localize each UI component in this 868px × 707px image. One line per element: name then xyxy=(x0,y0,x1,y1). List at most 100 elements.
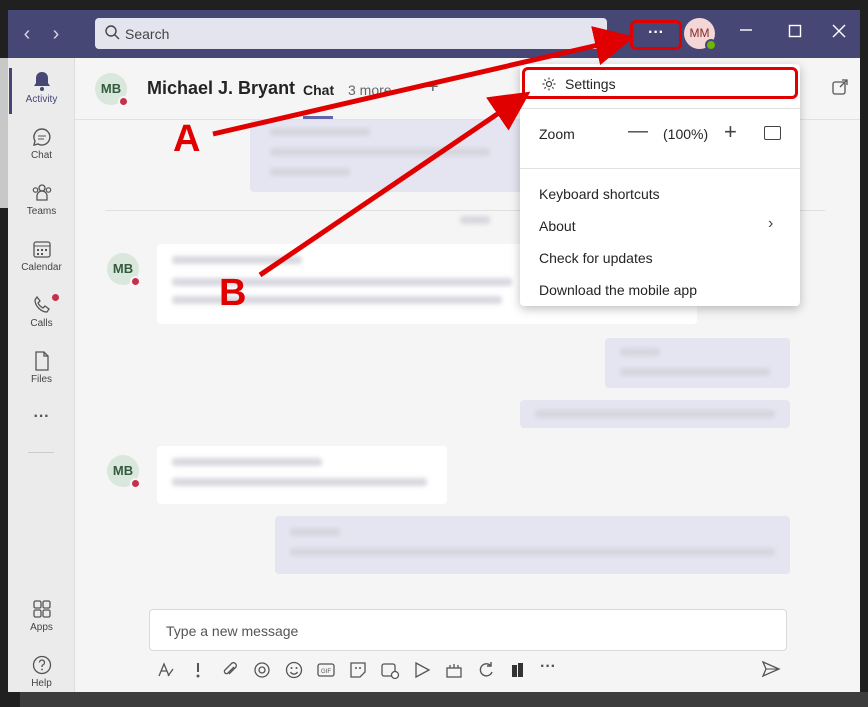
background-window-edge xyxy=(0,58,8,208)
message-bubble-mine xyxy=(275,516,790,574)
emoji-icon[interactable] xyxy=(284,660,304,680)
search-icon xyxy=(105,25,120,40)
about-label: About xyxy=(539,218,576,234)
rail-item-more[interactable]: ··· xyxy=(8,406,75,436)
phone-icon xyxy=(33,295,50,313)
sticker-icon[interactable] xyxy=(348,660,368,680)
notification-dot xyxy=(52,294,59,301)
rail-item-teams[interactable]: Teams xyxy=(8,176,75,228)
rail-divider xyxy=(28,452,54,453)
chat-icon xyxy=(32,128,51,146)
check-updates-label: Check for updates xyxy=(539,250,653,266)
message-input[interactable]: Type a new message xyxy=(149,609,787,651)
user-avatar[interactable]: MM xyxy=(684,18,717,51)
rail-item-chat[interactable]: Chat xyxy=(8,120,75,172)
message-avatar: MB xyxy=(107,253,141,287)
compose-toolbar: GIF ··· xyxy=(154,658,854,684)
contact-initials: MB xyxy=(100,81,122,96)
minimize-icon xyxy=(740,29,752,31)
rail-item-files[interactable]: Files xyxy=(8,344,75,396)
menu-item-keyboard-shortcuts[interactable]: Keyboard shortcuts xyxy=(520,178,800,210)
user-initials: MM xyxy=(689,26,710,40)
minimize-button[interactable] xyxy=(736,22,756,42)
search-placeholder: Search xyxy=(125,26,170,42)
download-mobile-label: Download the mobile app xyxy=(539,282,697,298)
rail-item-calls[interactable]: Calls xyxy=(8,288,75,340)
zoom-value: (100%) xyxy=(663,126,709,142)
message-bubble-mine xyxy=(250,120,540,192)
menu-item-zoom: Zoom — (100%) + xyxy=(520,118,800,150)
rail-label: Calendar xyxy=(21,262,62,273)
update-icon[interactable] xyxy=(476,660,496,680)
loop-icon[interactable] xyxy=(252,660,272,680)
pop-out-icon[interactable] xyxy=(831,78,849,96)
rail-label: Apps xyxy=(30,622,53,633)
rail-label: Chat xyxy=(30,150,53,161)
maximize-button[interactable] xyxy=(785,24,805,44)
menu-item-about[interactable]: About › xyxy=(520,210,800,242)
settings-and-more-menu: Settings Zoom — (100%) + Keyboard shortc… xyxy=(520,64,800,306)
priority-icon[interactable] xyxy=(188,660,208,680)
contact-name[interactable]: Michael J. Bryant xyxy=(147,78,295,99)
rail-item-help[interactable]: Help xyxy=(8,648,75,692)
menu-item-settings[interactable]: Settings xyxy=(522,67,798,99)
search-box[interactable]: Search xyxy=(95,18,607,49)
zoom-label: Zoom xyxy=(539,126,575,142)
menu-item-check-updates[interactable]: Check for updates xyxy=(520,242,800,274)
menu-divider xyxy=(520,168,800,169)
message-avatar-initials: MB xyxy=(112,261,134,276)
chevron-right-icon: › xyxy=(768,215,774,232)
apps-icon xyxy=(32,600,51,618)
zoom-in-button[interactable]: + xyxy=(724,119,737,145)
rail-item-apps[interactable]: Apps xyxy=(8,592,75,644)
taskbar-edge xyxy=(20,692,868,707)
schedule-meeting-icon[interactable] xyxy=(380,660,400,680)
zoom-out-button[interactable]: — xyxy=(628,120,648,143)
gif-icon[interactable]: GIF xyxy=(316,660,336,680)
forward-button[interactable]: › xyxy=(45,22,67,46)
message-avatar: MB xyxy=(107,455,141,489)
more-options-icon[interactable]: ··· xyxy=(540,659,560,680)
rail-label: Help xyxy=(31,678,52,689)
annotation-label-a: A xyxy=(173,118,201,160)
close-icon xyxy=(832,24,846,38)
tab-chat[interactable]: Chat xyxy=(303,82,334,98)
bell-icon xyxy=(33,72,50,91)
rail-label: Calls xyxy=(30,318,53,329)
stream-icon[interactable] xyxy=(412,660,432,680)
format-icon[interactable] xyxy=(156,660,176,680)
message-bubble xyxy=(157,446,447,504)
active-tab-indicator xyxy=(303,116,333,119)
rail-item-activity[interactable]: Activity xyxy=(8,64,75,116)
praise-icon[interactable] xyxy=(444,660,464,680)
rail-label: Files xyxy=(30,374,53,385)
close-button[interactable] xyxy=(829,24,849,44)
contact-avatar[interactable]: MB xyxy=(95,73,129,107)
teams-window: ‹ › Search ··· MM Activity Chat Teams Ca… xyxy=(8,10,860,692)
presence-busy-icon xyxy=(130,478,141,489)
send-icon[interactable] xyxy=(760,658,782,680)
teams-icon xyxy=(32,184,51,201)
add-tab-button[interactable]: + xyxy=(427,76,439,99)
message-placeholder: Type a new message xyxy=(166,623,299,639)
attach-icon[interactable] xyxy=(220,660,240,680)
svg-text:GIF: GIF xyxy=(321,669,331,675)
rail-item-calendar[interactable]: Calendar xyxy=(8,232,75,284)
more-icon: ··· xyxy=(33,408,50,425)
rail-label: Teams xyxy=(26,206,57,217)
message-bubble-mine xyxy=(520,400,790,428)
approvals-icon[interactable] xyxy=(508,660,528,680)
maximize-icon xyxy=(788,24,802,38)
message-bubble-mine xyxy=(605,338,790,388)
help-icon xyxy=(32,655,51,675)
presence-busy-icon xyxy=(130,276,141,287)
back-button[interactable]: ‹ xyxy=(16,22,38,46)
presence-available-icon xyxy=(705,39,717,51)
annotation-label-b: B xyxy=(219,272,247,314)
rail-label: Activity xyxy=(25,94,58,105)
menu-item-download-mobile[interactable]: Download the mobile app xyxy=(520,274,800,306)
fit-to-window-icon[interactable] xyxy=(764,126,781,140)
tab-more[interactable]: 3 more xyxy=(348,82,392,98)
gear-icon xyxy=(542,77,556,91)
settings-and-more-button[interactable]: ··· xyxy=(630,20,682,50)
